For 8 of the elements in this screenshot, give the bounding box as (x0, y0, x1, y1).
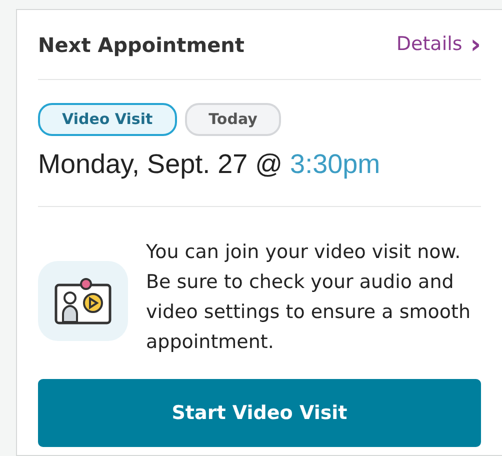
appointment-date: Monday, Sept. 27 @ 3:30pm (38, 148, 382, 181)
tag: Video Visit (38, 103, 177, 136)
video-call-icon (38, 261, 128, 341)
details-link[interactable]: Details › (396, 30, 481, 59)
start-video-visit-button[interactable]: Start Video Visit (38, 379, 481, 447)
info-message: You can join your video visit now. Be sure to check your audio and video settings to ensure a smooth appointment. (146, 240, 472, 355)
card-title: Next Appointment (38, 32, 244, 58)
tag: Today (184, 103, 282, 136)
